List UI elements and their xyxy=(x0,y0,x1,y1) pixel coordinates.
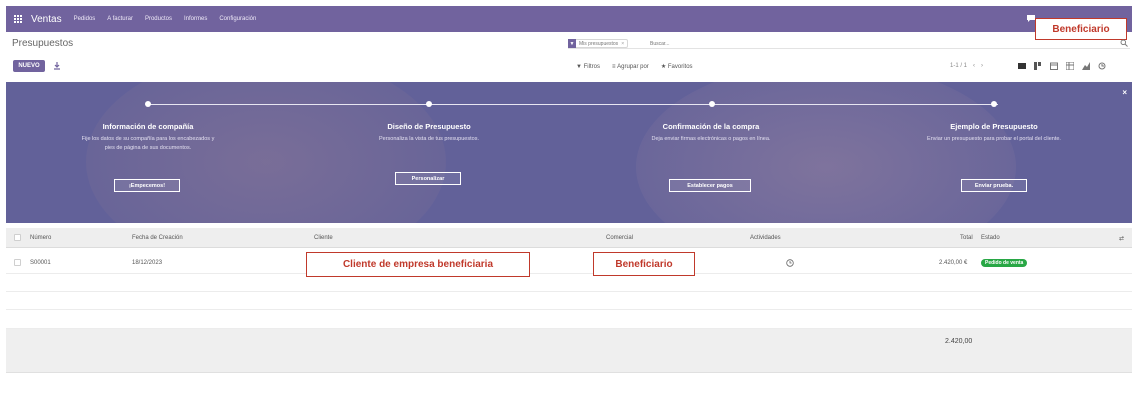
download-icon[interactable] xyxy=(53,62,61,70)
pager-value[interactable]: 1-1 / 1 xyxy=(950,63,967,69)
start-button[interactable]: ¡Empecemos! xyxy=(114,179,180,192)
filter-icon: ▼ xyxy=(568,39,576,48)
step-title: Diseño de Presupuesto xyxy=(387,122,471,131)
new-button[interactable]: NUEVO xyxy=(13,60,45,72)
menu-item-a-facturar[interactable]: A facturar xyxy=(107,16,133,22)
pager: 1-1 / 1 ‹ › xyxy=(950,63,983,69)
facet-value: Mis presupuestos xyxy=(579,40,619,47)
menu-item-informes[interactable]: Informes xyxy=(184,16,207,22)
cell-number: S00001 xyxy=(30,260,51,266)
group-by-label: Agrupar por xyxy=(617,63,649,70)
filters-label: Filtros xyxy=(583,63,600,70)
annotation-salesperson: Beneficiario xyxy=(593,252,695,276)
status-badge: Pedido de venta xyxy=(981,259,1028,267)
list-footer xyxy=(6,329,1132,373)
star-icon: ★ xyxy=(660,64,668,70)
step-purchase-confirmation: Confirmación de la compra Deja enviar fi… xyxy=(611,122,811,144)
search-input[interactable] xyxy=(650,39,850,48)
main-menu: Pedidos A facturar Productos Informes Co… xyxy=(74,16,269,22)
customize-button[interactable]: Personalizar xyxy=(395,172,461,185)
annotation-client: Cliente de empresa beneficiaria xyxy=(306,252,530,277)
step-title: Ejemplo de Presupuesto xyxy=(950,122,1038,131)
menu-item-pedidos[interactable]: Pedidos xyxy=(74,16,96,22)
favorites-label: Favoritos xyxy=(667,63,693,70)
send-sample-button[interactable]: Enviar prueba. xyxy=(961,179,1027,192)
favorites-button[interactable]: ★ Favoritos xyxy=(660,63,693,71)
step-sample-quote: Ejemplo de Presupuesto Enviar un presupu… xyxy=(894,122,1094,144)
cell-status: Pedido de venta xyxy=(981,252,1028,274)
step-dot xyxy=(426,101,432,107)
column-header-salesperson[interactable]: Comercial xyxy=(606,228,633,248)
select-all-checkbox[interactable] xyxy=(14,234,21,241)
calendar-view-icon[interactable] xyxy=(1050,62,1058,70)
menu-item-configuracion[interactable]: Configuración xyxy=(219,16,256,22)
step-dot xyxy=(991,101,997,107)
breadcrumb: Presupuestos xyxy=(12,38,74,49)
step-title: Confirmación de la compra xyxy=(662,122,760,131)
activity-view-icon[interactable] xyxy=(1098,62,1106,70)
column-header-number[interactable]: Número xyxy=(30,228,51,248)
step-title: Información de compañía xyxy=(102,122,194,131)
kanban-view-icon[interactable] xyxy=(1034,62,1042,70)
row-checkbox[interactable] xyxy=(14,259,21,266)
annotation-beneficiario-top: Beneficiario xyxy=(1035,18,1127,40)
activity-clock-icon[interactable] xyxy=(786,252,794,274)
pager-next-icon[interactable]: › xyxy=(981,63,983,69)
empty-row xyxy=(6,310,1132,329)
step-dot xyxy=(145,101,151,107)
search-icon[interactable] xyxy=(1120,39,1128,47)
search-facet[interactable]: ▼ Mis presupuestos × xyxy=(568,39,629,48)
list-header: Número Fecha de Creación Cliente Comerci… xyxy=(6,228,1132,248)
table-row[interactable]: S00001 18/12/2023 2.420,00 € Pedido de v… xyxy=(6,252,1132,274)
search-bar: ▼ Mis presupuestos × xyxy=(568,38,1130,49)
top-navbar: Ventas Pedidos A facturar Productos Info… xyxy=(6,6,1132,32)
list-view-icon[interactable] xyxy=(1018,62,1026,70)
app-name[interactable]: Ventas xyxy=(31,14,62,25)
column-header-status[interactable]: Estado xyxy=(981,228,1000,248)
set-payments-button[interactable]: Establecer pagos xyxy=(669,179,751,192)
apps-icon[interactable] xyxy=(14,14,23,24)
column-header-customer[interactable]: Cliente xyxy=(314,228,333,248)
close-icon[interactable]: × xyxy=(621,41,627,47)
step-description: Deja enviar firmas electrónicas o pagos … xyxy=(651,136,771,142)
step-company-info: Información de compañía Fije los datos d… xyxy=(48,122,248,153)
empty-row xyxy=(6,274,1132,292)
cell-total: 2.420,00 € xyxy=(939,260,968,266)
close-icon[interactable]: × xyxy=(1122,88,1127,97)
column-header-total[interactable]: Total xyxy=(960,228,973,248)
group-by-button[interactable]: ≡ Agrupar por xyxy=(612,63,649,70)
pager-previous-icon[interactable]: ‹ xyxy=(973,63,975,69)
onboarding-banner: × Información de compañía Fije los datos… xyxy=(6,82,1132,223)
menu-item-productos[interactable]: Productos xyxy=(145,16,172,22)
graph-view-icon[interactable] xyxy=(1082,62,1090,70)
pivot-view-icon[interactable] xyxy=(1066,62,1074,70)
step-description: Personaliza la vista de tus presupuestos… xyxy=(379,136,479,142)
optional-columns-icon[interactable]: ⇄ xyxy=(1119,228,1124,248)
step-dot xyxy=(709,101,715,107)
step-description: Enviar un presupuesto para probar el por… xyxy=(927,136,1061,142)
column-header-date[interactable]: Fecha de Creación xyxy=(132,228,183,248)
step-description: Fije los datos de su compañía para los e… xyxy=(81,136,215,151)
empty-row xyxy=(6,292,1132,310)
progress-line xyxy=(148,104,998,105)
cell-date: 18/12/2023 xyxy=(132,260,163,266)
column-header-activities[interactable]: Actividades xyxy=(750,228,781,248)
filters-button[interactable]: ▼ Filtros xyxy=(576,63,600,70)
view-switcher xyxy=(1018,62,1106,70)
filter-icon: ▼ xyxy=(576,63,584,70)
footer-total: 2.420,00 xyxy=(945,338,973,345)
step-quote-design: Diseño de Presupuesto Personaliza la vis… xyxy=(329,122,529,144)
search-options: ▼ Filtros ≡ Agrupar por ★ Favoritos xyxy=(576,63,705,71)
